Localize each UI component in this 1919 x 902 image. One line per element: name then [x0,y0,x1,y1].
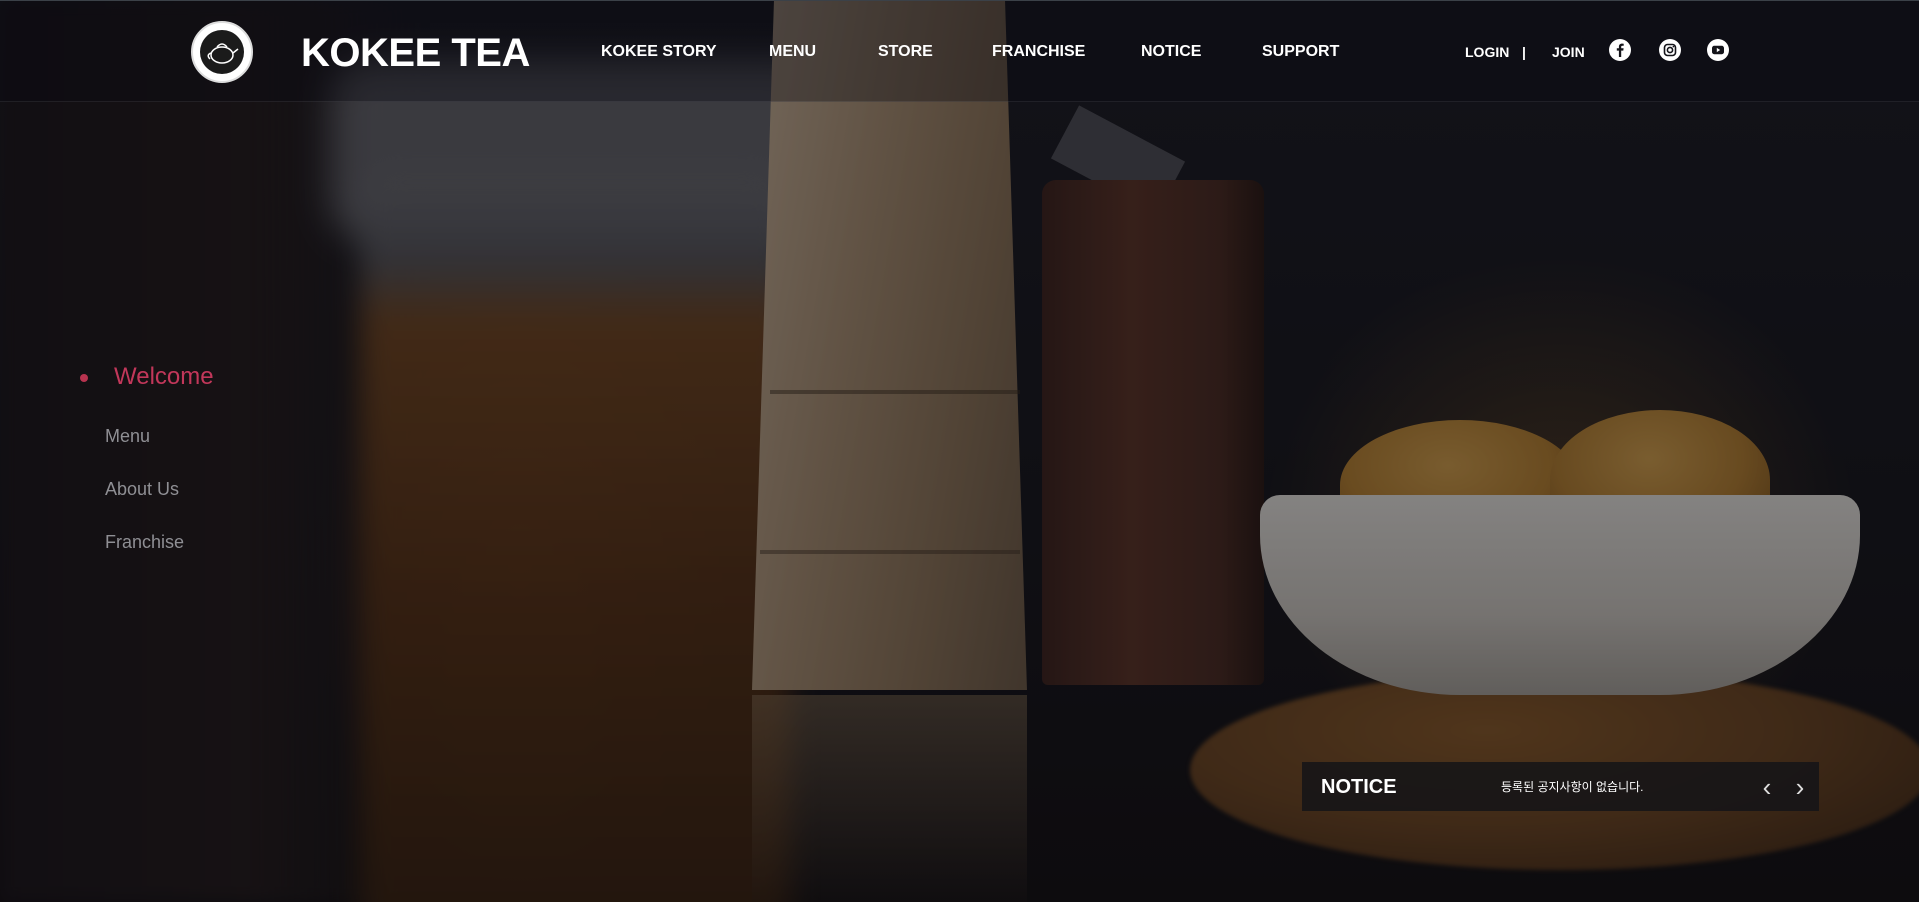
brand-name[interactable]: KOKEE TEA [301,31,530,75]
instagram-icon[interactable] [1659,39,1681,61]
notice-message[interactable]: 등록된 공지사항이 없습니다. [1501,779,1643,795]
teapot-icon [207,43,239,64]
nav-menu[interactable]: MENU [769,41,816,63]
nav-store[interactable]: STORE [878,41,933,63]
active-indicator-dot [80,374,88,382]
notice-ticker: NOTICE 등록된 공지사항이 없습니다. ‹ › [1302,762,1819,811]
notice-title[interactable]: NOTICE [1321,775,1397,799]
facebook-icon[interactable] [1609,39,1631,61]
login-link[interactable]: LOGIN [1465,42,1509,62]
chevron-right-icon[interactable]: › [1788,772,1812,802]
nav-franchise[interactable]: FRANCHISE [992,41,1085,63]
util-separator: | [1522,44,1526,60]
side-menu-welcome[interactable]: Welcome [114,363,214,391]
side-menu-item-menu[interactable]: Menu [105,425,150,447]
side-menu-item-franchise[interactable]: Franchise [105,531,184,553]
kokee-logo[interactable] [191,21,253,83]
youtube-icon[interactable] [1707,39,1729,61]
nav-notice[interactable]: NOTICE [1141,41,1201,63]
side-menu-item-about-us[interactable]: About Us [105,478,179,500]
nav-kokee-story[interactable]: KOKEE STORY [601,41,717,63]
join-link[interactable]: JOIN [1552,42,1585,62]
chevron-left-icon[interactable]: ‹ [1755,772,1779,802]
site-header: KOKEE TEA KOKEE STORY MENU STORE FRANCHI… [0,0,1919,102]
nav-support[interactable]: SUPPORT [1262,41,1339,63]
